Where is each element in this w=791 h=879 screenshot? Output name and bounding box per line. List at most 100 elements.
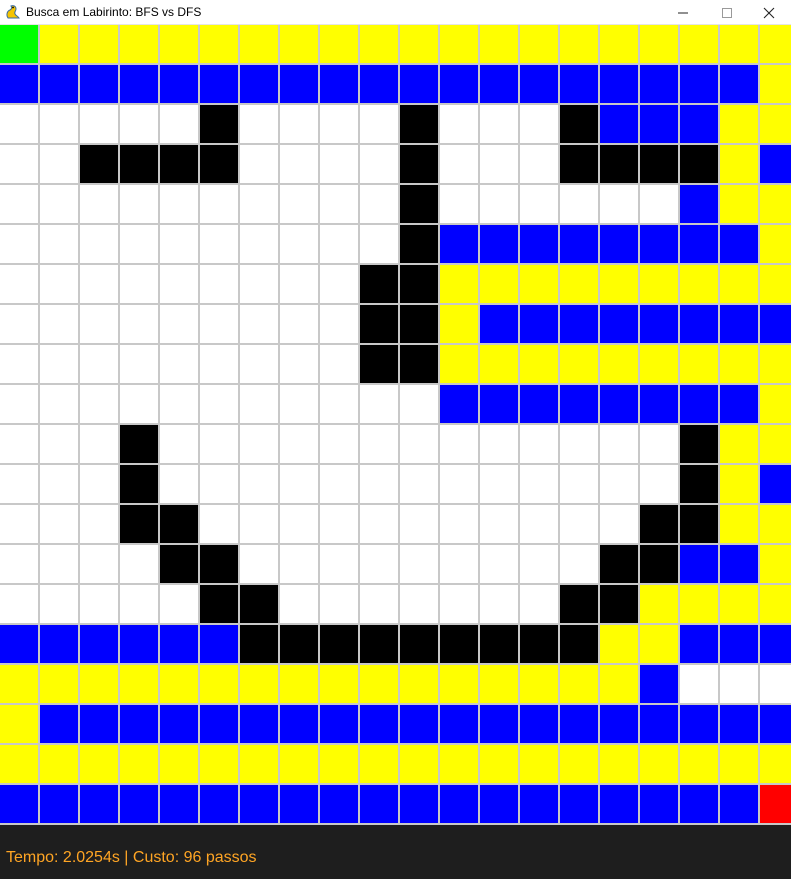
visited-cell-blue bbox=[0, 65, 38, 103]
visited-cell-yellow bbox=[440, 265, 478, 303]
visited-cell-yellow bbox=[720, 585, 758, 623]
visited-cell-yellow bbox=[480, 25, 518, 63]
wall-cell bbox=[200, 145, 238, 183]
free-cell bbox=[320, 345, 358, 383]
visited-cell-blue bbox=[280, 65, 318, 103]
visited-cell-yellow bbox=[80, 25, 118, 63]
wall-cell bbox=[560, 105, 598, 143]
visited-cell-yellow bbox=[200, 25, 238, 63]
free-cell bbox=[200, 305, 238, 343]
free-cell bbox=[40, 145, 78, 183]
visited-cell-yellow bbox=[600, 345, 638, 383]
free-cell bbox=[280, 545, 318, 583]
wall-cell bbox=[480, 625, 518, 663]
free-cell bbox=[360, 465, 398, 503]
free-cell bbox=[240, 265, 278, 303]
visited-cell-yellow bbox=[440, 305, 478, 343]
free-cell bbox=[520, 465, 558, 503]
visited-cell-blue bbox=[280, 785, 318, 823]
free-cell bbox=[440, 585, 478, 623]
free-cell bbox=[80, 105, 118, 143]
visited-cell-blue bbox=[440, 785, 478, 823]
free-cell bbox=[600, 425, 638, 463]
free-cell bbox=[640, 185, 678, 223]
visited-cell-yellow bbox=[760, 385, 791, 423]
free-cell bbox=[160, 105, 198, 143]
visited-cell-blue bbox=[760, 705, 791, 743]
visited-cell-blue bbox=[720, 225, 758, 263]
free-cell bbox=[320, 265, 358, 303]
free-cell bbox=[80, 345, 118, 383]
minimize-button[interactable] bbox=[661, 0, 705, 25]
free-cell bbox=[560, 505, 598, 543]
visited-cell-yellow bbox=[480, 265, 518, 303]
visited-cell-yellow bbox=[440, 25, 478, 63]
free-cell bbox=[760, 665, 791, 703]
free-cell bbox=[200, 225, 238, 263]
status-text: Tempo: 2.0254s | Custo: 96 passos bbox=[6, 849, 257, 866]
visited-cell-blue bbox=[560, 225, 598, 263]
free-cell bbox=[160, 465, 198, 503]
wall-cell bbox=[280, 625, 318, 663]
visited-cell-yellow bbox=[760, 345, 791, 383]
maze-grid bbox=[0, 25, 791, 825]
free-cell bbox=[240, 105, 278, 143]
free-cell bbox=[120, 345, 158, 383]
visited-cell-blue bbox=[80, 625, 118, 663]
free-cell bbox=[280, 345, 318, 383]
free-cell bbox=[400, 385, 438, 423]
free-cell bbox=[520, 505, 558, 543]
visited-cell-blue bbox=[480, 225, 518, 263]
visited-cell-blue bbox=[520, 385, 558, 423]
visited-cell-yellow bbox=[760, 425, 791, 463]
free-cell bbox=[360, 545, 398, 583]
free-cell bbox=[520, 545, 558, 583]
wall-cell bbox=[360, 345, 398, 383]
visited-cell-yellow bbox=[120, 745, 158, 783]
visited-cell-yellow bbox=[560, 25, 598, 63]
visited-cell-blue bbox=[440, 705, 478, 743]
free-cell bbox=[320, 145, 358, 183]
visited-cell-yellow bbox=[760, 225, 791, 263]
free-cell bbox=[640, 465, 678, 503]
wall-cell bbox=[200, 545, 238, 583]
visited-cell-yellow bbox=[0, 705, 38, 743]
visited-cell-blue bbox=[200, 65, 238, 103]
free-cell bbox=[40, 265, 78, 303]
free-cell bbox=[480, 505, 518, 543]
visited-cell-blue bbox=[720, 305, 758, 343]
free-cell bbox=[200, 185, 238, 223]
free-cell bbox=[480, 185, 518, 223]
wall-cell bbox=[600, 545, 638, 583]
title-bar[interactable]: Busca em Labirinto: BFS vs DFS bbox=[0, 0, 791, 25]
free-cell bbox=[440, 505, 478, 543]
free-cell bbox=[400, 545, 438, 583]
visited-cell-blue bbox=[120, 705, 158, 743]
wall-cell bbox=[120, 425, 158, 463]
free-cell bbox=[240, 225, 278, 263]
visited-cell-blue bbox=[320, 65, 358, 103]
wall-cell bbox=[160, 145, 198, 183]
visited-cell-yellow bbox=[280, 25, 318, 63]
free-cell bbox=[600, 185, 638, 223]
visited-cell-blue bbox=[640, 65, 678, 103]
close-button[interactable] bbox=[747, 0, 791, 25]
free-cell bbox=[320, 105, 358, 143]
visited-cell-blue bbox=[240, 65, 278, 103]
visited-cell-blue bbox=[80, 65, 118, 103]
free-cell bbox=[440, 105, 478, 143]
visited-cell-blue bbox=[640, 705, 678, 743]
free-cell bbox=[400, 585, 438, 623]
free-cell bbox=[40, 425, 78, 463]
visited-cell-blue bbox=[360, 65, 398, 103]
free-cell bbox=[0, 105, 38, 143]
wall-cell bbox=[80, 145, 118, 183]
visited-cell-yellow bbox=[720, 265, 758, 303]
maximize-icon bbox=[722, 7, 732, 18]
free-cell bbox=[240, 145, 278, 183]
visited-cell-yellow bbox=[200, 665, 238, 703]
maximize-button[interactable] bbox=[705, 0, 749, 25]
visited-cell-yellow bbox=[240, 745, 278, 783]
visited-cell-yellow bbox=[480, 665, 518, 703]
wall-cell bbox=[680, 425, 718, 463]
